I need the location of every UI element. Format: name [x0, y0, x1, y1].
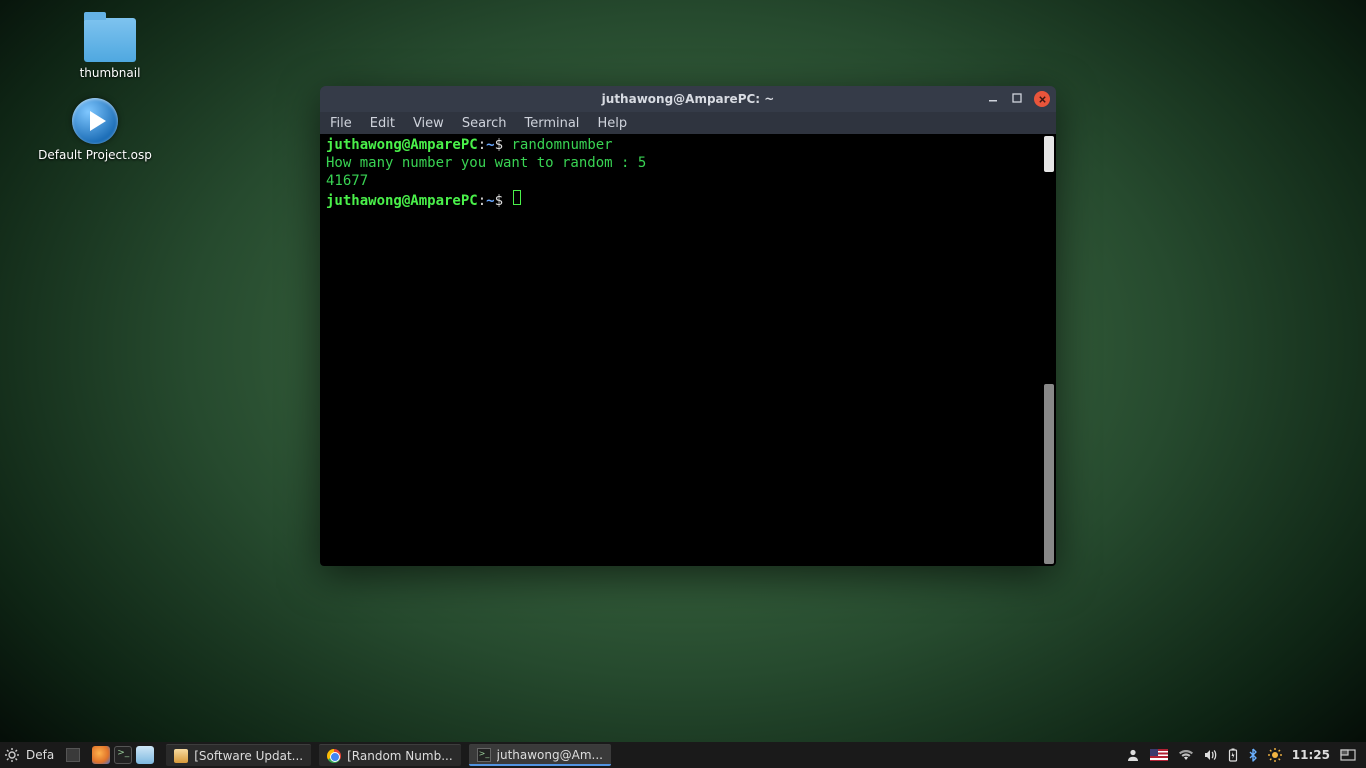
window-close-button[interactable] [1034, 91, 1050, 107]
terminal-scrollbar[interactable] [1044, 136, 1054, 172]
user-icon[interactable] [1126, 748, 1140, 762]
menu-help[interactable]: Help [597, 116, 627, 131]
taskbar-button-label: [Software Updat... [194, 749, 303, 763]
window-maximize-button[interactable] [1010, 91, 1024, 105]
terminal-line: juthawong@AmparePC:~$ randomnumber [326, 136, 1050, 154]
taskbar: Defa [Software Updat... [Random Numb... … [0, 742, 1366, 768]
terminal-line: juthawong@AmparePC:~$ [326, 190, 1050, 210]
chrome-icon [327, 749, 341, 763]
desktop-icon-label: Default Project.osp [35, 148, 155, 162]
terminal-output-line: 41677 [326, 172, 1050, 190]
volume-icon[interactable] [1204, 749, 1218, 761]
terminal-output-line: How many number you want to random : 5 [326, 154, 1050, 172]
notification-icon[interactable] [1268, 748, 1282, 762]
updater-icon [174, 749, 188, 763]
menu-file[interactable]: File [330, 116, 352, 131]
prompt-path: ~ [486, 137, 494, 153]
taskbar-button-software-updater[interactable]: [Software Updat... [166, 744, 311, 766]
window-titlebar[interactable]: juthawong@AmparePC: ~ [320, 86, 1056, 112]
taskbar-button-terminal[interactable]: juthawong@Am... [469, 744, 611, 766]
terminal-scrollbar-track[interactable] [1044, 384, 1054, 564]
menu-edit[interactable]: Edit [370, 116, 395, 131]
wifi-icon[interactable] [1178, 749, 1194, 761]
window-minimize-button[interactable] [986, 91, 1000, 105]
terminal-command: randomnumber [511, 137, 612, 153]
files-launcher[interactable] [136, 746, 154, 764]
prompt-symbol: $ [495, 137, 503, 153]
terminal-cursor [513, 190, 521, 205]
keyboard-layout-icon[interactable] [1150, 749, 1168, 761]
applications-menu-label[interactable]: Defa [26, 748, 54, 762]
battery-icon[interactable] [1228, 748, 1238, 762]
firefox-launcher[interactable] [92, 746, 110, 764]
desktop-icon-thumbnail[interactable]: thumbnail [50, 18, 170, 80]
taskbar-button-random-number[interactable]: [Random Numb... [319, 744, 461, 766]
menu-view[interactable]: View [413, 116, 444, 131]
desktop-icon-default-project[interactable]: Default Project.osp [35, 98, 155, 162]
taskbar-button-label: [Random Numb... [347, 749, 453, 763]
terminal-launcher[interactable] [114, 746, 132, 764]
quick-launch [92, 746, 154, 764]
clock[interactable]: 11:25 [1292, 748, 1330, 762]
prompt-user: juthawong@AmparePC [326, 193, 478, 209]
applications-menu-icon[interactable] [4, 747, 20, 763]
play-icon [72, 98, 118, 144]
workspace-switcher-icon[interactable] [1340, 749, 1356, 761]
show-desktop-button[interactable] [66, 748, 80, 762]
taskbar-window-list: [Software Updat... [Random Numb... jutha… [166, 744, 1120, 766]
window-title: juthawong@AmparePC: ~ [320, 92, 1056, 106]
system-tray: 11:25 [1120, 748, 1362, 762]
menu-terminal[interactable]: Terminal [524, 116, 579, 131]
desktop-icon-label: thumbnail [50, 66, 170, 80]
terminal-window: juthawong@AmparePC: ~ File Edit View Sea… [320, 86, 1056, 566]
window-menubar: File Edit View Search Terminal Help [320, 112, 1056, 134]
prompt-user: juthawong@AmparePC [326, 137, 478, 153]
prompt-symbol: $ [495, 193, 503, 209]
taskbar-button-label: juthawong@Am... [497, 748, 603, 762]
prompt-path: ~ [486, 193, 494, 209]
folder-icon [84, 18, 136, 62]
bluetooth-icon[interactable] [1248, 748, 1258, 762]
terminal-body[interactable]: juthawong@AmparePC:~$ randomnumber How m… [320, 134, 1056, 566]
menu-search[interactable]: Search [462, 116, 507, 131]
terminal-icon [477, 748, 491, 762]
